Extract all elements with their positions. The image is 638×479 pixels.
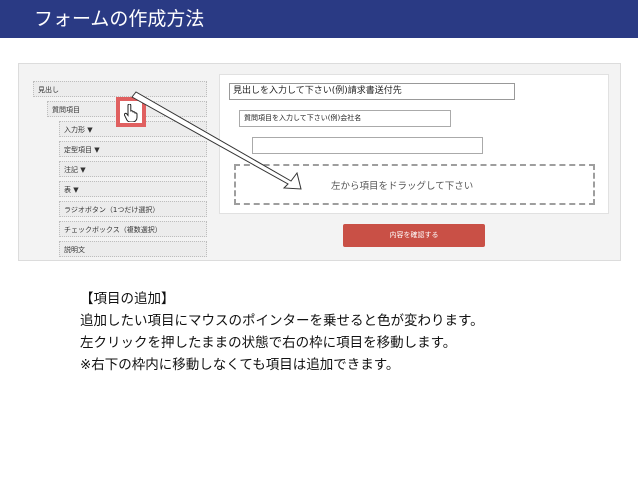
instruction-line: 追加したい項目にマウスのポインターを乗せると色が変わります。 [80,313,484,329]
page-title: フォームの作成方法 [34,8,205,30]
instruction-text: 【項目の追加】 追加したい項目にマウスのポインターを乗せると色が変わります。 左… [80,288,484,376]
page-header: フォームの作成方法 [0,0,638,38]
instruction-heading: 【項目の追加】 [80,291,175,307]
arrow-icon [131,91,302,190]
form-builder-screenshot: 見出し 質問項目 入力形 ▼ 定型項目 ▼ 注記 ▼ 表 ▼ ラジオボタン（1つ… [18,63,621,261]
instruction-line: ※右下の枠内に移動しなくても項目は追加できます。 [80,357,400,373]
instruction-line: 左クリックを押したままの状態で右の枠に項目を移動します。 [80,335,457,351]
